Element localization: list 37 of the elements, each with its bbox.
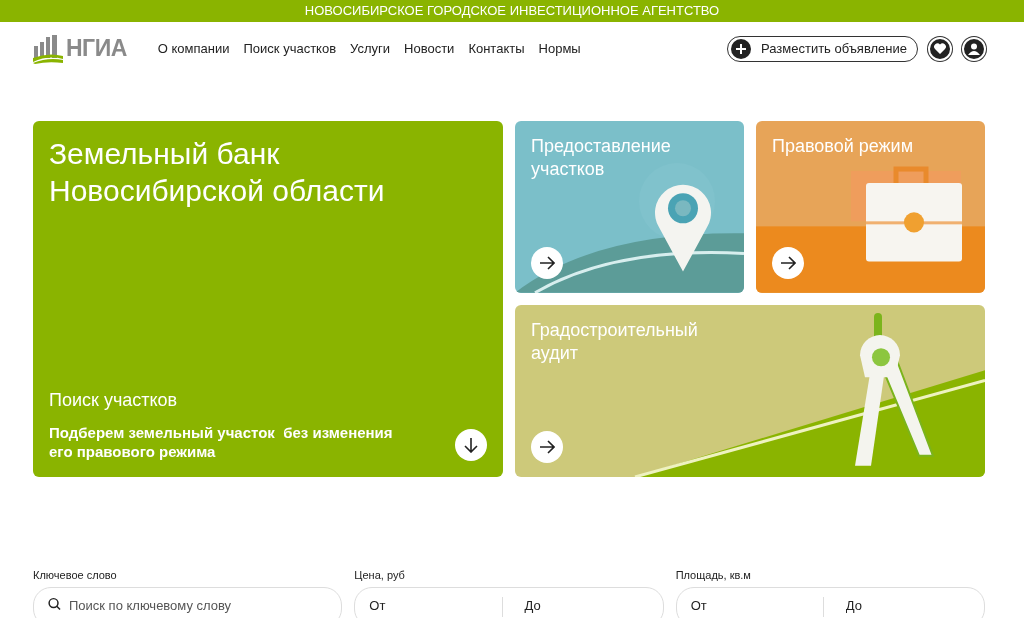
scroll-down-button[interactable]: [455, 429, 487, 461]
favorites-button[interactable]: [928, 36, 952, 61]
arrow-button[interactable]: [531, 247, 563, 279]
top-banner: НОВОСИБИРСКОЕ ГОРОДСКОЕ ИНВЕСТИЦИОННОЕ АГЕНТСТВО: [0, 0, 1024, 22]
nav-link[interactable]: О компании: [157, 41, 230, 56]
hero-title: Земельный банк Новосибирской области: [49, 136, 386, 209]
profile-button[interactable]: [962, 36, 986, 61]
from-field[interactable]: От: [690, 597, 815, 613]
card-title: Правовой режим: [772, 135, 915, 158]
search-icon: [48, 597, 61, 611]
hero-description: Подберем земельный участок без изменения его правового режима: [49, 423, 394, 461]
nav-link[interactable]: Нормы: [538, 41, 581, 56]
card-title: Градостроительный аудит: [531, 319, 699, 365]
hero-subtitle: Поиск участков: [49, 390, 179, 411]
arrow-right-icon: [780, 256, 796, 270]
post-ad-button[interactable]: Разместить объявление: [727, 35, 918, 62]
buildings-icon: [33, 33, 63, 64]
to-field[interactable]: До: [845, 597, 970, 613]
arrow-right-icon: [539, 256, 555, 270]
card-title: Предоставление участков: [531, 135, 672, 181]
filter-label: Цена, руб: [354, 569, 406, 581]
arrow-down-icon: [464, 437, 478, 453]
nav-link[interactable]: Новости: [404, 41, 455, 56]
nav-link[interactable]: Контакты: [468, 41, 525, 56]
logo-text: НГИА: [66, 35, 127, 62]
filter-label: Площадь, кв.м: [675, 569, 752, 581]
filter-label: Ключевое слово: [33, 569, 118, 581]
user-icon: [968, 42, 980, 55]
from-field[interactable]: От: [369, 597, 494, 613]
to-field[interactable]: До: [524, 597, 649, 613]
arrow-right-icon: [539, 440, 555, 454]
search-input[interactable]: Поиск по ключевому слову: [68, 597, 328, 613]
heart-icon: [934, 43, 946, 54]
nav-link[interactable]: Услуги: [350, 41, 391, 56]
plus-icon: [731, 38, 751, 59]
arrow-button[interactable]: [531, 431, 563, 463]
nav-link[interactable]: Поиск участков: [243, 41, 337, 56]
